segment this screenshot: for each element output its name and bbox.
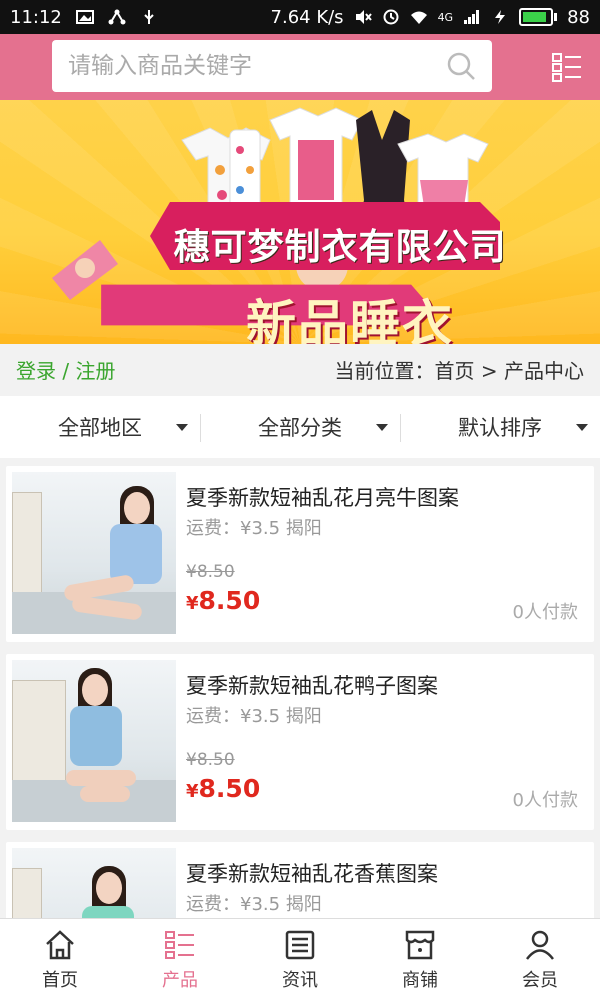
product-shipping: 运费：¥3.5 揭阳 (186, 706, 322, 727)
tab-news-label: 资讯 (282, 969, 318, 991)
tab-products[interactable]: 产品 (120, 919, 240, 1000)
product-item[interactable]: 夏季新款短袖乱花鸭子图案 运费：¥3.5 揭阳 ¥8.50 ¥8.50 0人付款 (6, 654, 594, 830)
search-icon[interactable] (446, 51, 476, 81)
tab-home[interactable]: 首页 (0, 919, 120, 1000)
network-type: 4G (437, 10, 454, 24)
filter-sort[interactable]: 默认排序 (400, 396, 600, 458)
filter-bar: 全部地区 全部分类 默认排序 (0, 396, 600, 458)
network-speed: 7.64 K/s (270, 6, 344, 28)
charging-icon (495, 10, 506, 24)
product-image (12, 660, 176, 822)
price-value: 8.50 (198, 586, 261, 615)
battery-level: 88 (567, 6, 590, 28)
tab-member[interactable]: 会员 (480, 919, 600, 1000)
status-time: 11:12 (10, 6, 62, 28)
caret-down-icon (376, 424, 388, 431)
filter-region[interactable]: 全部地区 (0, 396, 200, 458)
tab-store[interactable]: 商铺 (360, 919, 480, 1000)
product-sold-count: 0人付款 (512, 602, 578, 623)
header (0, 34, 600, 100)
tab-news[interactable]: 资讯 (240, 919, 360, 1000)
product-title[interactable]: 夏季新款短袖乱花月亮牛图案 (186, 482, 459, 512)
product-title[interactable]: 夏季新款短袖乱花香蕉图案 (186, 858, 438, 888)
breadcrumb: 当前位置：首页 > 产品中心 (334, 358, 584, 383)
banner-slogan: 新品睡衣 (246, 295, 454, 344)
home-icon (46, 929, 74, 959)
price-value: 8.50 (198, 774, 261, 803)
location-bar: 登录 / 注册 当前位置：首页 > 产品中心 (0, 344, 600, 394)
news-icon (285, 930, 315, 959)
status-bar: 11:12 7.64 K/s 4G 88 (0, 0, 600, 34)
product-old-price: ¥8.50 (186, 562, 235, 582)
banner-company: 穗可梦制衣有限公司 (173, 227, 507, 268)
product-shipping: 运费：¥3.5 揭阳 (186, 894, 322, 915)
product-old-price: ¥8.50 (186, 750, 235, 770)
signal-icon (464, 10, 480, 24)
product-item[interactable]: 夏季新款短袖乱花香蕉图案 运费：¥3.5 揭阳 (6, 842, 594, 918)
product-shipping: 运费：¥3.5 揭阳 (186, 518, 322, 539)
search-input[interactable] (68, 53, 446, 79)
product-list: 夏季新款短袖乱花月亮牛图案 运费：¥3.5 揭阳 ¥8.50 ¥8.50 0人付… (0, 466, 600, 918)
caret-down-icon (176, 424, 188, 431)
product-price: ¥8.50 (186, 586, 260, 615)
store-icon (405, 930, 435, 959)
product-title[interactable]: 夏季新款短袖乱花鸭子图案 (186, 670, 438, 700)
login-register-link[interactable]: 登录 / 注册 (16, 355, 115, 384)
product-image (12, 472, 176, 634)
wifi-icon (410, 11, 427, 24)
currency-symbol: ¥ (186, 781, 199, 802)
product-item[interactable]: 夏季新款短袖乱花月亮牛图案 运费：¥3.5 揭阳 ¥8.50 ¥8.50 0人付… (6, 466, 594, 642)
list-icon (165, 930, 194, 959)
currency-symbol: ¥ (186, 593, 199, 614)
tab-products-label: 产品 (162, 969, 198, 991)
image-notification-icon (75, 10, 94, 24)
tab-store-label: 商铺 (402, 969, 438, 991)
filter-category-label: 全部分类 (258, 416, 342, 440)
bottom-tab-bar: 首页 产品 资讯 商铺 会员 (0, 918, 600, 1000)
tab-member-label: 会员 (522, 969, 558, 991)
filter-region-label: 全部地区 (58, 416, 142, 440)
usb-icon (144, 10, 154, 24)
user-icon (526, 930, 554, 960)
product-sold-count: 0人付款 (512, 790, 578, 811)
product-price: ¥8.50 (186, 774, 260, 803)
product-image (12, 848, 176, 918)
tab-home-label: 首页 (42, 969, 78, 991)
filter-category[interactable]: 全部分类 (200, 396, 400, 458)
battery-icon (519, 8, 558, 26)
caret-down-icon (576, 424, 588, 431)
alarm-icon (383, 9, 399, 25)
share-notification-icon (108, 9, 126, 25)
promo-banner[interactable]: 穗可梦制衣有限公司 新品睡衣 (0, 100, 600, 344)
mute-icon (355, 10, 372, 24)
search-box[interactable] (52, 40, 492, 92)
filter-sort-label: 默认排序 (458, 416, 542, 440)
menu-icon[interactable] (552, 52, 582, 82)
